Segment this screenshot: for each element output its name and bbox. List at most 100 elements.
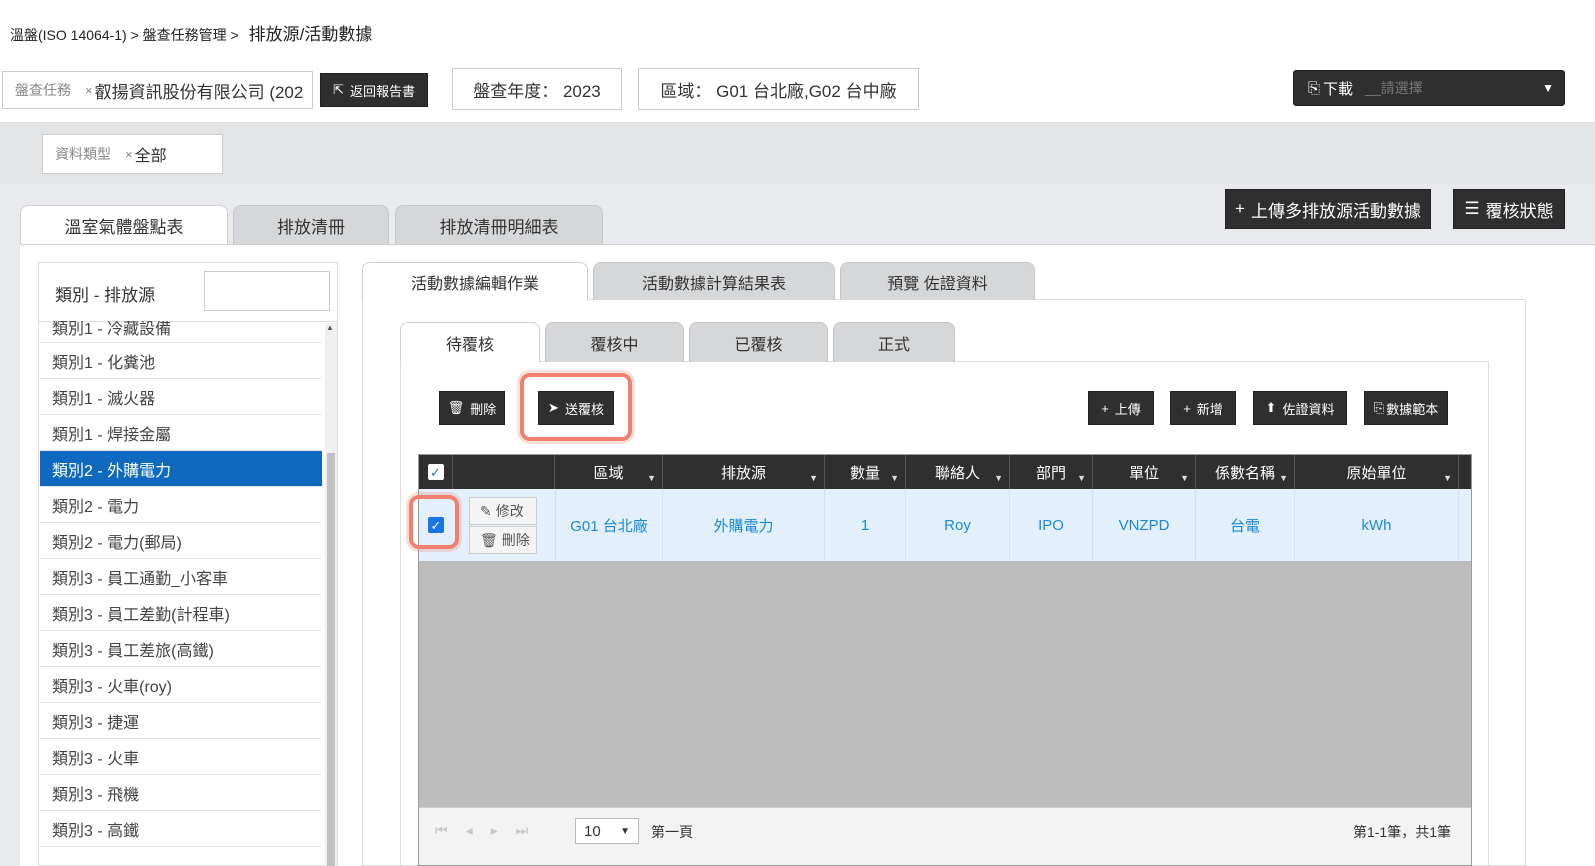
back-to-report-button[interactable]: ⇱ 返回報告書 [320, 73, 428, 107]
filter-icon[interactable]: ▼ [1180, 473, 1189, 483]
page-size-select[interactable]: 10 ▼ [575, 818, 639, 844]
send-review-button[interactable]: ➤ 送覆核 [538, 391, 614, 425]
plus-icon: + [1101, 400, 1109, 416]
tab-activity-edit[interactable]: 活動數據編輯作業 [362, 262, 588, 300]
filter-icon[interactable]: ▼ [647, 473, 656, 483]
template-button[interactable]: ⎘ 數據範本 [1364, 391, 1448, 425]
tab-activity-results[interactable]: 活動數據計算結果表 [593, 262, 835, 300]
header-actions-cell [453, 455, 555, 489]
download-select[interactable]: ⎘ 下載 __請選擇 ▼ [1293, 70, 1565, 106]
clear-icon[interactable]: × [85, 83, 93, 98]
tab-emission-detail[interactable]: 排放清冊明細表 [395, 205, 603, 245]
sidebar-item[interactable]: 類別3 - 員工差勤(計程車) [40, 595, 322, 631]
chevron-down-icon: ▼ [1542, 81, 1554, 95]
data-grid: ✓ 區域 ▼ 排放源 ▼ 數量 ▼ 聯絡人 ▼ 部門 ▼ 單位 ▼ 係數名稱 ▼ 原始單位 ▼ … [418, 454, 1472, 866]
sidebar-scrollbar[interactable]: ▲ [325, 323, 337, 866]
pencil-icon: ✎ [480, 502, 492, 519]
pager-nav-icons[interactable]: ⏮◂▸⏭ [435, 822, 546, 839]
sidebar-item[interactable]: 類別3 - 火車 [40, 739, 322, 775]
cell-quantity: 1 [825, 489, 906, 561]
filter-icon[interactable]: ▼ [1279, 473, 1288, 483]
tab-ghg-inventory[interactable]: 溫室氣體盤點表 [20, 205, 228, 245]
add-button[interactable]: + 新增 [1170, 391, 1236, 425]
region-display: 區域： G01 台北廠,G02 台中廠 [638, 68, 919, 110]
add-label: 新增 [1196, 401, 1223, 417]
header-checkbox-cell: ✓ [419, 455, 453, 489]
chevron-down-icon: ▼ [620, 825, 630, 837]
sidebar-item[interactable]: 類別3 - 高鐵 [40, 811, 322, 847]
task-label: 盤查任務 [15, 82, 71, 98]
data-type-label: 資料類型 [55, 146, 111, 162]
upload-button[interactable]: + 上傳 [1088, 391, 1154, 425]
breadcrumb-path[interactable]: 溫盤(ISO 14064-1) > 盤查任務管理 > [10, 27, 239, 43]
column-header[interactable]: 部門 ▼ [1010, 455, 1093, 489]
breadcrumb-current: 排放源/活動數據 [248, 25, 373, 44]
sidebar-item[interactable]: 類別3 - 捷運 [40, 703, 322, 739]
sidebar-item[interactable]: 類別1 - 化糞池 [40, 343, 322, 379]
pager: ⏮◂▸⏭ 10 ▼ 第一頁 第1-1筆，共1筆 [419, 807, 1471, 865]
review-status-button[interactable]: ☰ 覆核狀態 [1453, 189, 1565, 229]
filter-icon[interactable]: ▼ [1077, 473, 1086, 483]
paperclip-icon: ⎘ [1373, 400, 1385, 415]
filter-icon[interactable]: ▼ [994, 473, 1003, 483]
row-edit-button[interactable]: ✎ 修改 [469, 497, 537, 525]
list-icon: ☰ [1464, 199, 1480, 218]
scroll-thumb[interactable] [327, 453, 335, 866]
tab-preview-evidence[interactable]: 預覽 佐證資料 [840, 262, 1035, 300]
task-select[interactable]: 盤查任務 × 叡揚資訊股份有限公司 (202 [2, 71, 313, 109]
sidebar-item[interactable]: 類別3 - 火車(roy) [40, 667, 322, 703]
filter-icon[interactable]: ▼ [890, 473, 899, 483]
trash-icon: 🗑 [480, 531, 498, 548]
tab-pending-review[interactable]: 待覆核 [400, 322, 540, 362]
column-header[interactable]: 區域 ▼ [555, 455, 663, 489]
tab-official[interactable]: 正式 [833, 322, 955, 362]
column-header[interactable]: 聯絡人 ▼ [906, 455, 1010, 489]
sidebar-item[interactable]: 類別2 - 電力 [40, 487, 322, 523]
sidebar-search-input[interactable] [204, 271, 330, 311]
cell-contact: Roy [906, 489, 1010, 561]
sidebar-item[interactable]: 類別1 - 焊接金屬 [40, 415, 322, 451]
evidence-label: 佐證資料 [1282, 401, 1335, 417]
upload-multi-label: 上傳多排放源活動數據 [1250, 201, 1421, 221]
cell-department: IPO [1010, 489, 1093, 561]
upload-multi-button[interactable]: + 上傳多排放源活動數據 [1225, 189, 1431, 229]
year-display: 盤查年度： 2023 [452, 68, 622, 110]
row-delete-button[interactable]: 🗑 刪除 [469, 526, 537, 554]
sidebar-item[interactable]: 類別3 - 員工差旅(高鐵) [40, 631, 322, 667]
clear-icon[interactable]: × [125, 147, 133, 162]
select-all-checkbox[interactable]: ✓ [427, 464, 444, 480]
filter-icon[interactable]: ▼ [1443, 473, 1452, 483]
top-bar: 溫盤(ISO 14064-1) > 盤查任務管理 > 排放源/活動數據 [0, 0, 1595, 60]
plus-icon: + [1235, 199, 1245, 218]
sidebar-item[interactable]: 類別3 - 員工通勤_小客車 [40, 559, 322, 595]
column-header[interactable]: 數量 ▼ [825, 455, 906, 489]
plus-icon: + [1183, 400, 1191, 416]
sidebar-item-selected[interactable]: 類別2 - 外購電力 [40, 451, 322, 487]
column-header[interactable]: 係數名稱 ▼ [1196, 455, 1295, 489]
send-review-label: 送覆核 [564, 401, 604, 417]
column-header[interactable]: 原始單位 ▼ [1295, 455, 1459, 489]
scroll-up-icon[interactable]: ▲ [326, 323, 334, 332]
data-type-select[interactable]: 資料類型 × 全部 [42, 134, 223, 174]
data-type-band [0, 122, 1595, 184]
review-status-label: 覆核狀態 [1485, 201, 1554, 221]
column-header[interactable]: 排放源 ▼ [663, 455, 825, 489]
header-filler [1459, 455, 1471, 489]
cell-factor-name: 台電 [1196, 489, 1295, 561]
tab-emission-list[interactable]: 排放清冊 [233, 205, 389, 245]
filter-icon[interactable]: ▼ [809, 473, 818, 483]
cell-unit: VNZPD [1093, 489, 1196, 561]
sidebar-item[interactable]: 類別1 - 滅火器 [40, 379, 322, 415]
page-label: 第一頁 [651, 824, 693, 840]
evidence-button[interactable]: ⬆ 佐證資料 [1253, 391, 1347, 425]
tab-in-review[interactable]: 覆核中 [545, 322, 684, 362]
sidebar-item[interactable]: 類別1 - 冷藏設備 [40, 321, 322, 343]
tab-reviewed[interactable]: 已覆核 [689, 322, 828, 362]
sidebar-item[interactable]: 類別2 - 電力(郵局) [40, 523, 322, 559]
template-label: 數據範本 [1386, 401, 1439, 417]
delete-button[interactable]: 🗑 刪除 [439, 391, 505, 425]
breadcrumb: 溫盤(ISO 14064-1) > 盤查任務管理 > 排放源/活動數據 [10, 20, 372, 45]
sidebar-item[interactable]: 類別3 - 飛機 [40, 775, 322, 811]
upload-icon: ⬆ [1265, 400, 1277, 415]
column-header[interactable]: 單位 ▼ [1093, 455, 1196, 489]
